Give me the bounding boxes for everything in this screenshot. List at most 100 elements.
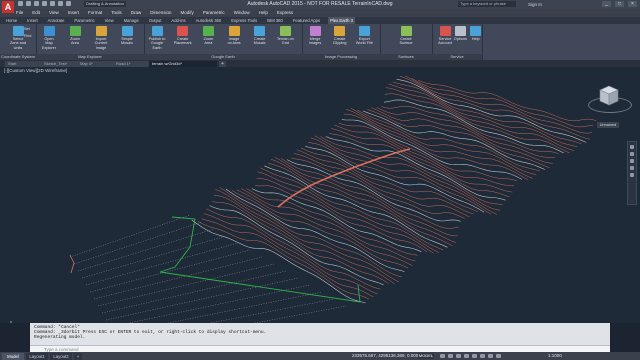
grid-line: [77, 228, 215, 272]
contour-line: [418, 80, 597, 122]
ribbon: Select Zone and Units Set Find Coordinate S…: [0, 24, 640, 60]
image-area-button[interactable]: Image on Area: [223, 25, 245, 53]
menu-item-view[interactable]: View: [49, 9, 59, 17]
zoom-area-icon: [69, 26, 81, 36]
menu-item-window[interactable]: Window: [234, 9, 250, 17]
command-input[interactable]: Type a command: [30, 345, 610, 352]
layout-tab-model[interactable]: Model: [2, 353, 24, 360]
help-button[interactable]: Help: [465, 25, 487, 53]
contour-line: [241, 188, 416, 262]
ribbon-tab-manage[interactable]: Manage: [122, 17, 141, 24]
small-tool-find[interactable]: Find: [24, 33, 36, 39]
zoom-area-button[interactable]: Zoom Area: [64, 25, 86, 53]
create-mosaic-button[interactable]: Create Mosaic: [249, 25, 271, 53]
placemark-button[interactable]: Create Placemark: [172, 25, 194, 53]
mosaic-button[interactable]: Simple Mosaic: [116, 25, 138, 53]
zoom-icon[interactable]: [630, 159, 634, 163]
world-file-button[interactable]: Export World File: [353, 25, 375, 53]
map-explorer-button[interactable]: Open Map Explorer: [38, 25, 60, 53]
layout-tab-layout2[interactable]: Layout2: [50, 353, 72, 360]
ribbon-tab-home[interactable]: Home: [4, 17, 19, 24]
merge-images-icon: [309, 26, 321, 36]
drawing-viewport[interactable]: [-][Custom View][2D Wireframe] Unnamed: [0, 67, 640, 323]
zoom-area-2-button[interactable]: Zoom Area: [197, 25, 219, 53]
contour-line: [257, 171, 440, 254]
ribbon-tab-express-tools[interactable]: Express Tools: [229, 17, 259, 24]
ribbon-tab-plex-earth-3[interactable]: Plex.Earth 3: [328, 17, 355, 24]
wcs-dropdown[interactable]: Unnamed: [597, 122, 619, 128]
map-explorer-icon: [43, 26, 55, 36]
tool-label: Import Current Image: [94, 37, 108, 50]
layout-tab-layout1[interactable]: Layout1: [26, 353, 48, 360]
viewcube-icon[interactable]: [598, 85, 620, 107]
menu-item-format[interactable]: Format: [88, 9, 102, 17]
menu-item-modify[interactable]: Modify: [181, 9, 194, 17]
menu-item-draw[interactable]: Draw: [131, 9, 142, 17]
zoom-area-2-icon: [202, 26, 214, 36]
small-tool-set[interactable]: Set: [24, 26, 36, 32]
ribbon-tab-parametric[interactable]: Parametric: [72, 17, 96, 24]
ribbon-tab-add-ins[interactable]: Add-ins: [169, 17, 187, 24]
lineweight-toggle-icon[interactable]: [488, 354, 493, 358]
title-bar: A Drafting & Annotation Autodesk AutoCAD…: [0, 0, 640, 13]
contour-line: [264, 165, 448, 248]
add-layout-button[interactable]: +: [74, 353, 82, 360]
model-space-button[interactable]: MODEL: [418, 353, 434, 359]
create-mosaic-icon: [254, 26, 266, 36]
grid-toggle-icon[interactable]: [440, 354, 445, 358]
tool-label: Open Map Explorer: [41, 37, 57, 50]
menu-item-help[interactable]: Help: [259, 9, 268, 17]
minimize-button[interactable]: _: [602, 1, 611, 7]
application-menu-button[interactable]: A: [2, 1, 14, 13]
grid-line: [85, 242, 239, 286]
surface-button[interactable]: Create Surface: [395, 25, 417, 53]
osnap-toggle-icon[interactable]: [472, 354, 477, 358]
maximize-button[interactable]: □: [615, 1, 624, 7]
ribbon-tab-featured-apps[interactable]: Featured Apps: [291, 17, 322, 24]
menu-item-express[interactable]: Express: [277, 9, 293, 17]
menu-item-file[interactable]: File: [16, 9, 23, 17]
menu-item-edit[interactable]: Edit: [32, 9, 40, 17]
merge-images-button[interactable]: Merge Images: [304, 25, 326, 53]
status-bar: 233575.667, 4296136.369, 0.0000 MODEL 1:…: [0, 352, 640, 360]
terrain-grid-button[interactable]: Terrain on Grid: [274, 25, 296, 53]
ribbon-tab-insert[interactable]: Insert: [25, 17, 39, 24]
help-icon: [470, 26, 482, 36]
contour-line: [197, 220, 370, 300]
contour-line: [286, 159, 461, 222]
publish-earth-button[interactable]: Publish to Google Earth: [146, 25, 168, 53]
ribbon-tab-bim-360[interactable]: BIM 360: [265, 17, 285, 24]
ortho-toggle-icon[interactable]: [456, 354, 461, 358]
polar-toggle-icon[interactable]: [464, 354, 469, 358]
orbit-icon[interactable]: [630, 166, 634, 170]
ribbon-tab-output[interactable]: Output: [147, 17, 164, 24]
pan-icon[interactable]: [630, 152, 634, 156]
ribbon-panel-map-explorer: Open Map Explorer Zoom Area Import Current…: [36, 24, 145, 60]
ribbon-tab-view[interactable]: View: [103, 17, 116, 24]
search-input[interactable]: Type a keyword or phrase: [458, 1, 516, 7]
grid-line: [81, 235, 227, 279]
snap-toggle-icon[interactable]: [448, 354, 453, 358]
tool-label: Simple Mosaic: [120, 37, 134, 46]
sign-in-button[interactable]: Sign In: [528, 1, 542, 8]
otrack-toggle-icon[interactable]: [480, 354, 485, 358]
ribbon-tabs: Home Insert Annotate Parametric View Manage Ou…: [0, 17, 640, 24]
clipping-icon: [334, 26, 346, 36]
clipping-button[interactable]: Create Clipping: [329, 25, 351, 53]
menu-item-dimension[interactable]: Dimension: [150, 9, 171, 17]
coordinate-readout[interactable]: 233575.667, 4296136.369, 0.0000: [352, 352, 421, 360]
transparency-toggle-icon[interactable]: [496, 354, 501, 358]
steering-wheel-icon[interactable]: [630, 145, 634, 149]
import-image-button[interactable]: Import Current Image: [90, 25, 112, 53]
showmotion-icon[interactable]: [630, 173, 634, 177]
viewport-controls-label[interactable]: [-][Custom View][2D Wireframe]: [4, 68, 67, 73]
ribbon-tab-annotate[interactable]: Annotate: [46, 17, 67, 24]
navigation-bar: [627, 141, 637, 205]
ribbon-tab-autodesk-360[interactable]: Autodesk 360: [194, 17, 224, 24]
menu-item-insert[interactable]: Insert: [68, 9, 79, 17]
close-button[interactable]: ×: [628, 1, 637, 7]
annotation-scale[interactable]: 1:1000: [548, 352, 562, 360]
ribbon-panel-coordinate-system: Select Zone and Units Set Find Coordinate S…: [0, 24, 37, 60]
menu-item-parametric[interactable]: Parametric: [203, 9, 225, 17]
menu-item-tools[interactable]: Tools: [111, 9, 122, 17]
